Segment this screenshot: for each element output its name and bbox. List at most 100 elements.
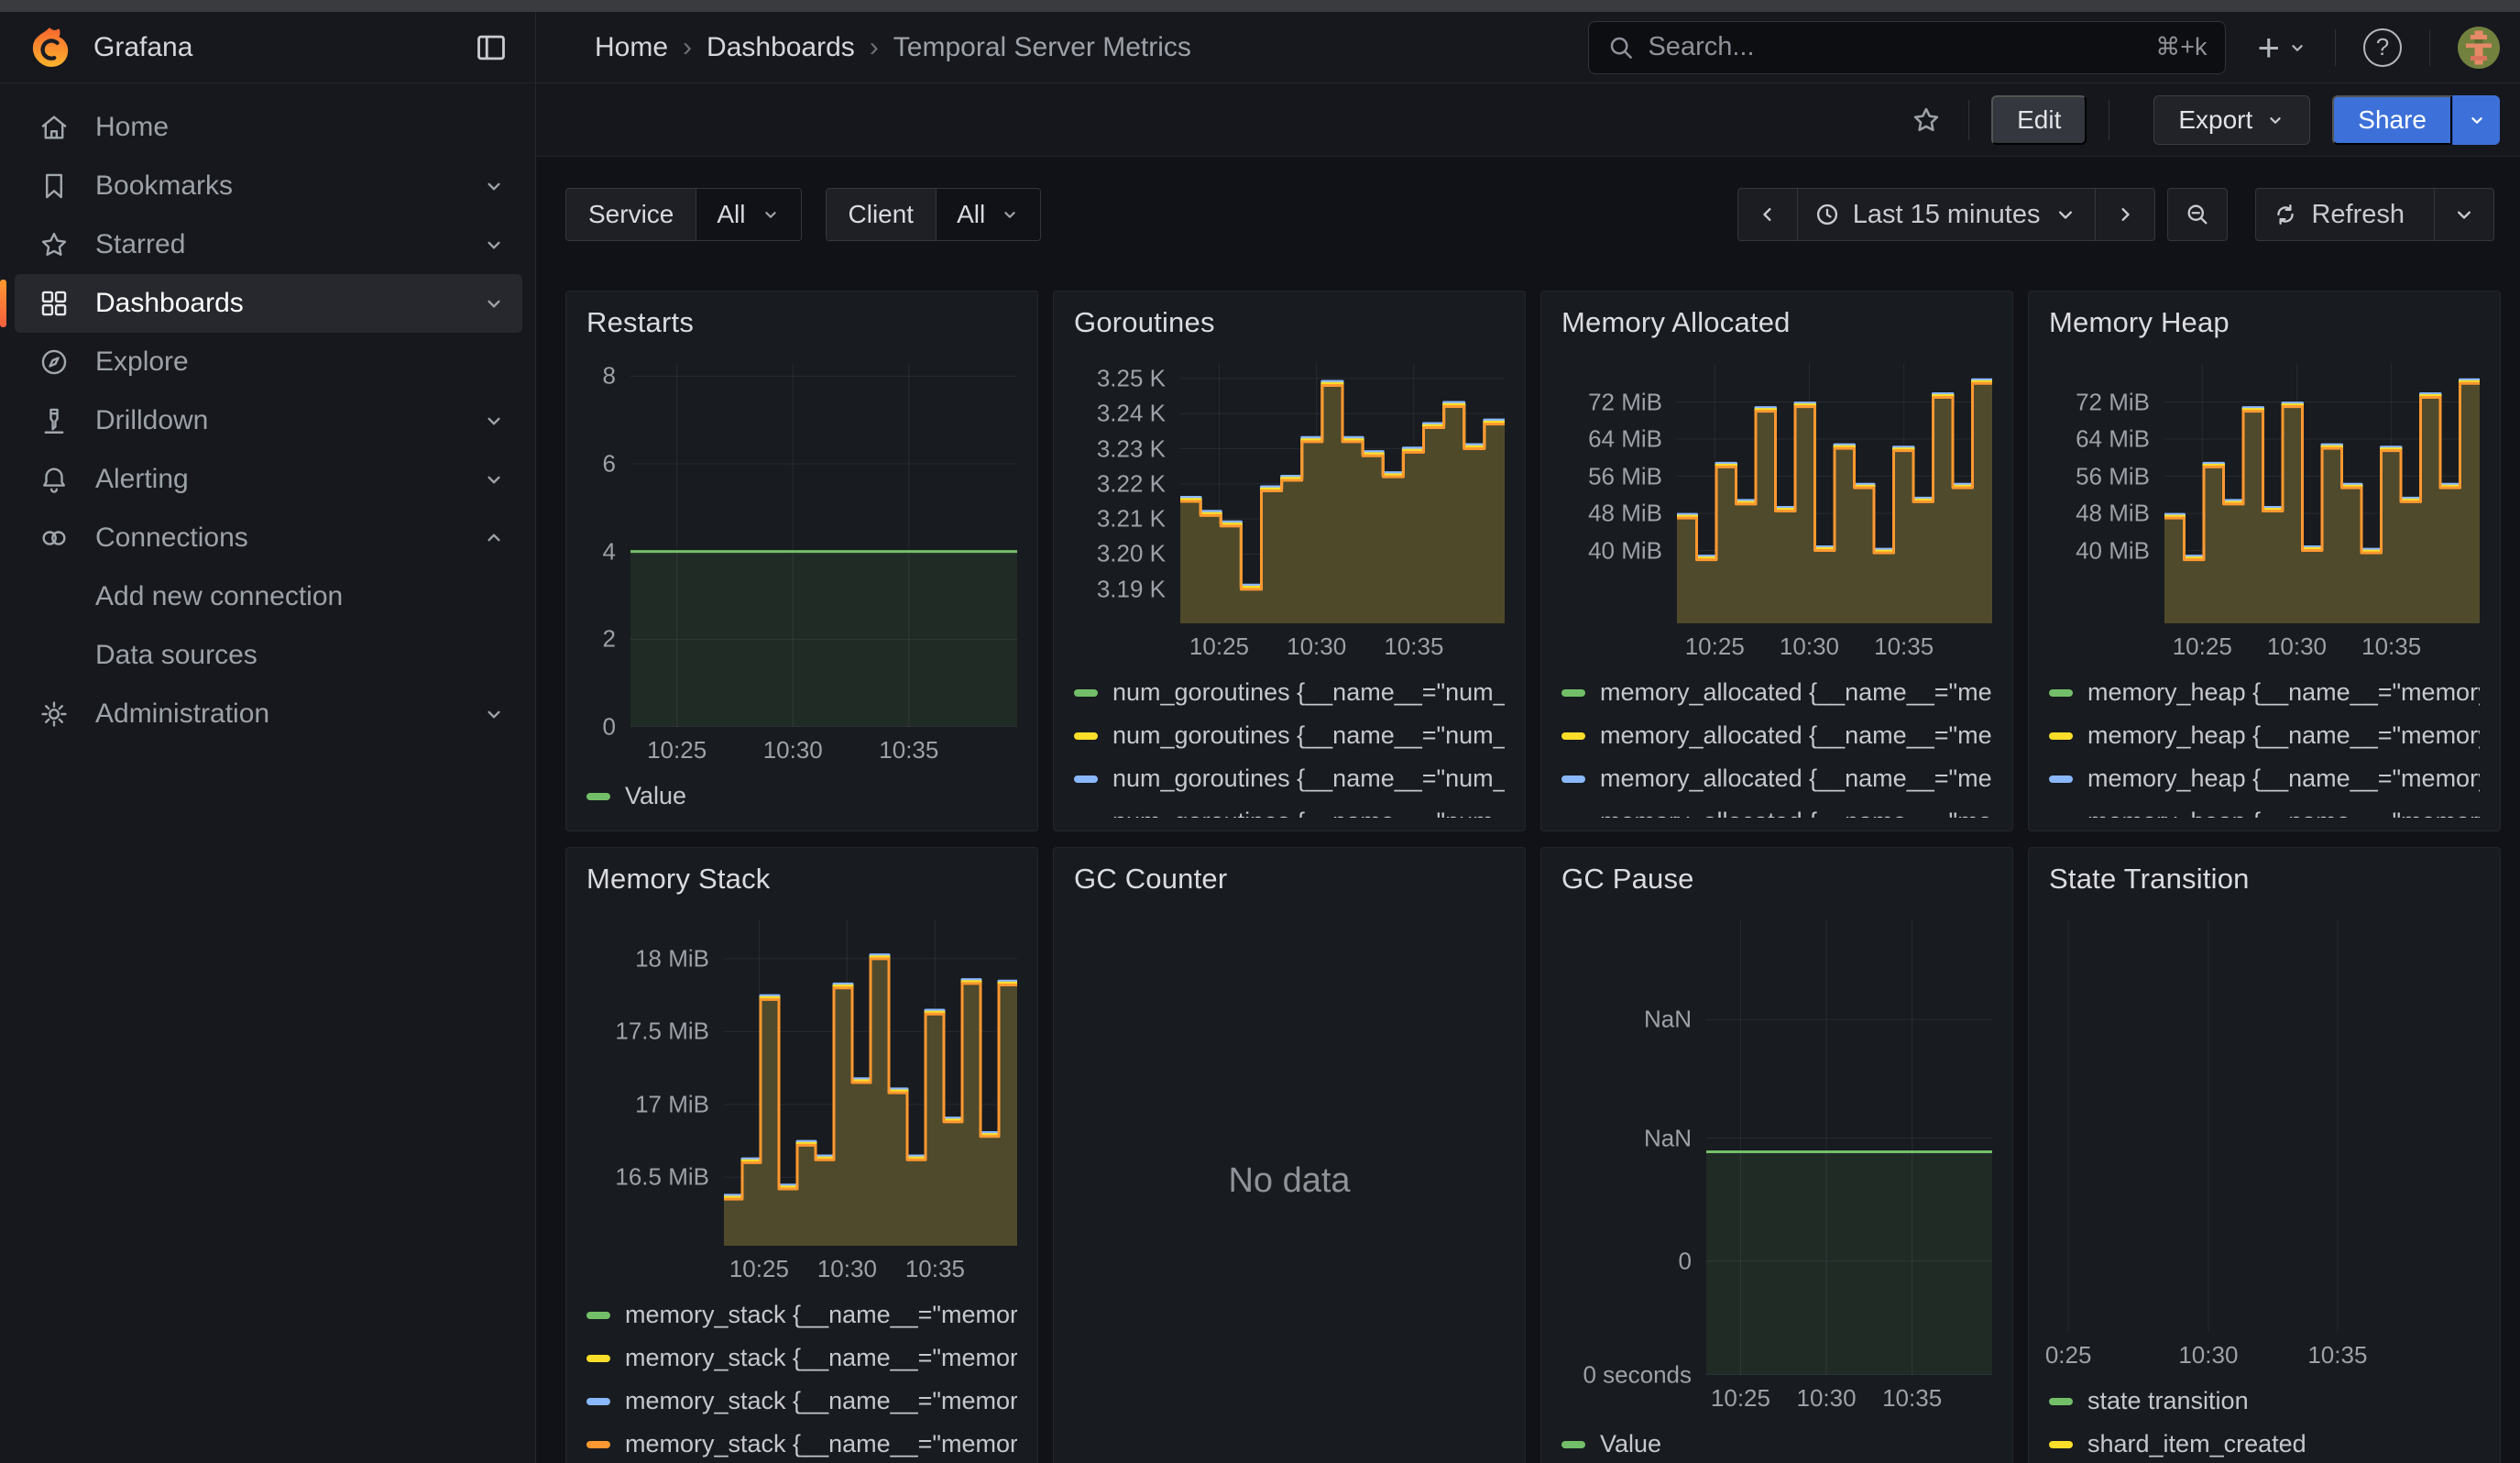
chart-plot-area[interactable]: [630, 363, 1017, 727]
sidebar-item-connections[interactable]: Connections: [15, 509, 522, 567]
compass-icon: [38, 346, 70, 378]
legend-series-marker: [2049, 732, 2073, 740]
user-avatar[interactable]: [2458, 27, 2500, 69]
sidebar-item-label: Add new connection: [95, 581, 343, 612]
panel-title[interactable]: Memory Heap: [2049, 306, 2480, 339]
x-axis-tick: 10:25: [2173, 632, 2232, 661]
y-axis-tick: 16.5 MiB: [615, 1163, 709, 1192]
legend-series-label[interactable]: memory_heap {__name__="memory_heap"}: [2087, 764, 2480, 793]
share-options-button[interactable]: [2452, 95, 2500, 145]
legend-series-label[interactable]: memory_allocated {__name__="memory_alloc…: [1600, 721, 1992, 750]
service-variable[interactable]: Service All: [565, 188, 802, 241]
time-shift-back-button[interactable]: [1737, 188, 1798, 241]
chevron-down-icon: [2053, 202, 2078, 227]
sidebar-item-dashboards[interactable]: Dashboards: [15, 274, 522, 333]
chart-plot-area[interactable]: [2164, 363, 2480, 623]
header-divider: [2429, 29, 2430, 66]
chart-plot-area[interactable]: [1180, 363, 1505, 623]
search-input[interactable]: [1648, 32, 2155, 62]
chevron-down-icon[interactable]: [482, 174, 506, 198]
panel-title[interactable]: GC Counter: [1074, 863, 1505, 896]
refresh-button[interactable]: Refresh: [2255, 188, 2435, 241]
legend-item: num_goroutines {__name__="num_goroutines…: [1074, 757, 1505, 800]
panel-title[interactable]: Goroutines: [1074, 306, 1505, 339]
legend-series-label[interactable]: memory_allocated {__name__="memory_alloc…: [1600, 808, 1992, 818]
panel-title[interactable]: GC Pause: [1561, 863, 1992, 896]
sidebar-item-explore[interactable]: Explore: [15, 333, 522, 391]
time-shift-forward-button[interactable]: [2095, 188, 2155, 241]
legend-series-label[interactable]: num_goroutines {__name__="num_goroutines…: [1112, 721, 1505, 750]
panel-title[interactable]: Memory Stack: [586, 863, 1017, 896]
sidebar-item-starred[interactable]: Starred: [15, 215, 522, 274]
legend-series-label[interactable]: num_goroutines {__name__="num_goroutines…: [1112, 764, 1505, 793]
client-variable[interactable]: Client All: [826, 188, 1042, 241]
breadcrumb-dashboards[interactable]: Dashboards: [707, 32, 855, 63]
y-axis: 72 MiB64 MiB56 MiB48 MiB40 MiB: [1561, 363, 1677, 623]
sidebar-item-drilldown[interactable]: Drilldown: [15, 391, 522, 450]
dock-sidebar-icon[interactable]: [471, 28, 511, 68]
dashboard-toolbar: Service All Client All: [536, 188, 2520, 241]
chevron-down-icon[interactable]: [482, 292, 506, 315]
share-button[interactable]: Share: [2332, 95, 2452, 145]
sidebar-item-home[interactable]: Home: [15, 98, 522, 157]
legend-series-label[interactable]: Value: [625, 782, 686, 810]
add-new-button[interactable]: +: [2257, 29, 2307, 66]
panel-memory-heap: Memory Heap72 MiB64 MiB56 MiB48 MiB40 Mi…: [2028, 291, 2501, 831]
panel-title[interactable]: State Transition: [2049, 863, 2480, 896]
x-axis-tick: 10:30: [817, 1255, 877, 1283]
chevron-down-icon[interactable]: [482, 409, 506, 433]
panel-gc-pause: GC PauseNaNNaN00 seconds10:2510:3010:35V…: [1540, 847, 2013, 1463]
favorite-star-button[interactable]: [1906, 100, 1946, 140]
legend-series-label[interactable]: memory_allocated {__name__="memory_alloc…: [1600, 764, 1992, 793]
time-range-picker[interactable]: Last 15 minutes: [1797, 188, 2097, 241]
panel-title[interactable]: Restarts: [586, 306, 1017, 339]
sidebar-item-administration[interactable]: Administration: [15, 685, 522, 743]
zoom-out-button[interactable]: [2167, 188, 2228, 241]
chart-plot-area[interactable]: [724, 919, 1017, 1246]
legend-series-label[interactable]: state transition: [2087, 1387, 2249, 1415]
chart-plot-area[interactable]: [1706, 919, 1992, 1375]
header-divider: [2335, 29, 2336, 66]
legend-series-label[interactable]: shard_item_created: [2087, 1430, 2306, 1458]
grafana-logo-icon[interactable]: [27, 26, 71, 70]
chevron-down-icon[interactable]: [482, 233, 506, 257]
chart-plot-area[interactable]: [2049, 919, 2480, 1332]
legend-item: memory_allocated {__name__="memory_alloc…: [1561, 757, 1992, 800]
help-button[interactable]: ?: [2363, 28, 2402, 67]
edit-button[interactable]: Edit: [1991, 95, 2087, 145]
share-split-button: Share: [2332, 95, 2500, 145]
legend-series-label[interactable]: num_goroutines {__name__="num_goroutines…: [1112, 808, 1505, 818]
legend-series-label[interactable]: memory_heap {__name__="memory_heap"}: [2087, 678, 2480, 707]
sidebar-item-alerting[interactable]: Alerting: [15, 450, 522, 509]
legend-series-label[interactable]: memory_heap {__name__="memory_heap"}: [2087, 721, 2480, 750]
chevron-left-icon: [1755, 202, 1780, 227]
sidebar-item-bookmarks[interactable]: Bookmarks: [15, 157, 522, 215]
legend-series-label[interactable]: num_goroutines {__name__="num_goroutines…: [1112, 678, 1505, 707]
legend-series-label[interactable]: memory_stack {__name__="memory_stack"}: [625, 1344, 1017, 1372]
legend-series-label[interactable]: memory_stack {__name__="memory_stack"}: [625, 1430, 1017, 1458]
export-button[interactable]: Export: [2153, 95, 2310, 145]
x-axis-tick: 10:30: [1287, 632, 1346, 661]
legend-series-label[interactable]: memory_stack {__name__="memory_stack"}: [625, 1387, 1017, 1415]
breadcrumb-home[interactable]: Home: [595, 32, 668, 63]
y-axis-tick: 64 MiB: [2076, 425, 2150, 454]
panel-title[interactable]: Memory Allocated: [1561, 306, 1992, 339]
sidebar-item-add-new-connection[interactable]: Add new connection: [15, 567, 522, 626]
chevron-up-icon[interactable]: [482, 526, 506, 550]
dashboard-scroll-area[interactable]: Service All Client All: [536, 157, 2520, 1463]
legend-series-label[interactable]: memory_stack {__name__="memory_stack"}: [625, 1301, 1017, 1329]
chevron-down-icon[interactable]: [482, 468, 506, 491]
legend-series-label[interactable]: memory_heap {__name__="memory_heap"}: [2087, 808, 2480, 818]
legend-item: memory_allocated {__name__="memory_alloc…: [1561, 714, 1992, 757]
legend-series-label[interactable]: memory_allocated {__name__="memory_alloc…: [1600, 678, 1992, 707]
export-label: Export: [2178, 105, 2252, 135]
x-axis-tick: 10:35: [879, 736, 938, 764]
x-axis-tick: 10:35: [1874, 632, 1934, 661]
sidebar-item-data-sources[interactable]: Data sources: [15, 626, 522, 685]
legend-series-label[interactable]: Value: [1600, 1430, 1661, 1458]
refresh-interval-button[interactable]: [2434, 188, 2494, 241]
chevron-down-icon[interactable]: [482, 702, 506, 726]
dashboard-actions-bar: Edit Export Share: [536, 83, 2520, 157]
chart-plot-area[interactable]: [1677, 363, 1992, 623]
search-box[interactable]: ⌘+k: [1588, 21, 2226, 74]
